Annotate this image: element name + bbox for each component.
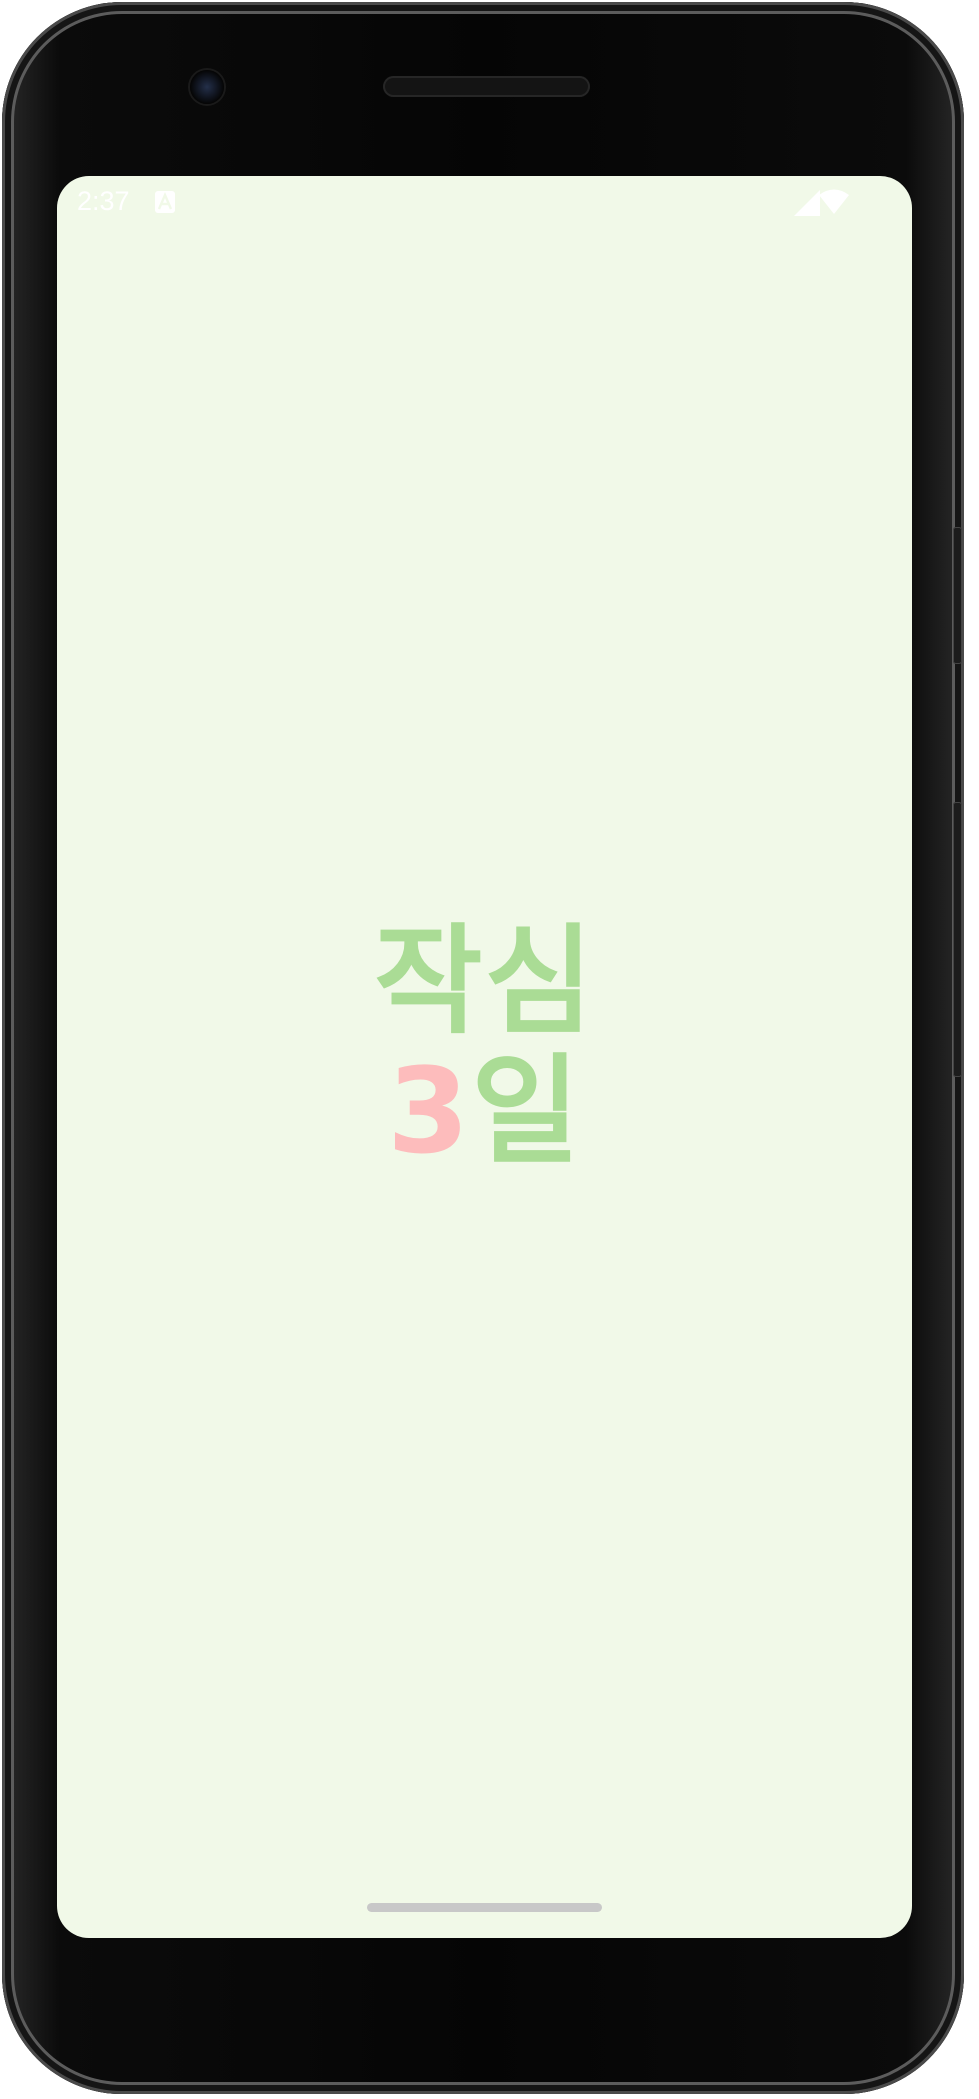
logo-line-1: 작심 (373, 912, 596, 1050)
splash-logo: 작심 3일 (57, 916, 912, 1176)
logo-day-text: 일 (471, 1042, 582, 1180)
volume-button (953, 802, 962, 1077)
logo-number: 3 (387, 1042, 472, 1180)
home-gesture-bar[interactable] (367, 1903, 602, 1912)
front-camera (190, 70, 224, 104)
app-notification-icon (155, 191, 175, 213)
cellular-signal-icon (794, 190, 820, 216)
status-time: 2:37 (77, 186, 130, 216)
logo-line-2: 3일 (57, 1046, 912, 1176)
wifi-icon (819, 189, 849, 214)
earpiece-speaker (383, 76, 590, 97)
app-screen: 2:37 작심 3일 (57, 176, 912, 1938)
phone-frame: 2:37 작심 3일 (2, 2, 964, 2094)
power-button (953, 527, 962, 664)
